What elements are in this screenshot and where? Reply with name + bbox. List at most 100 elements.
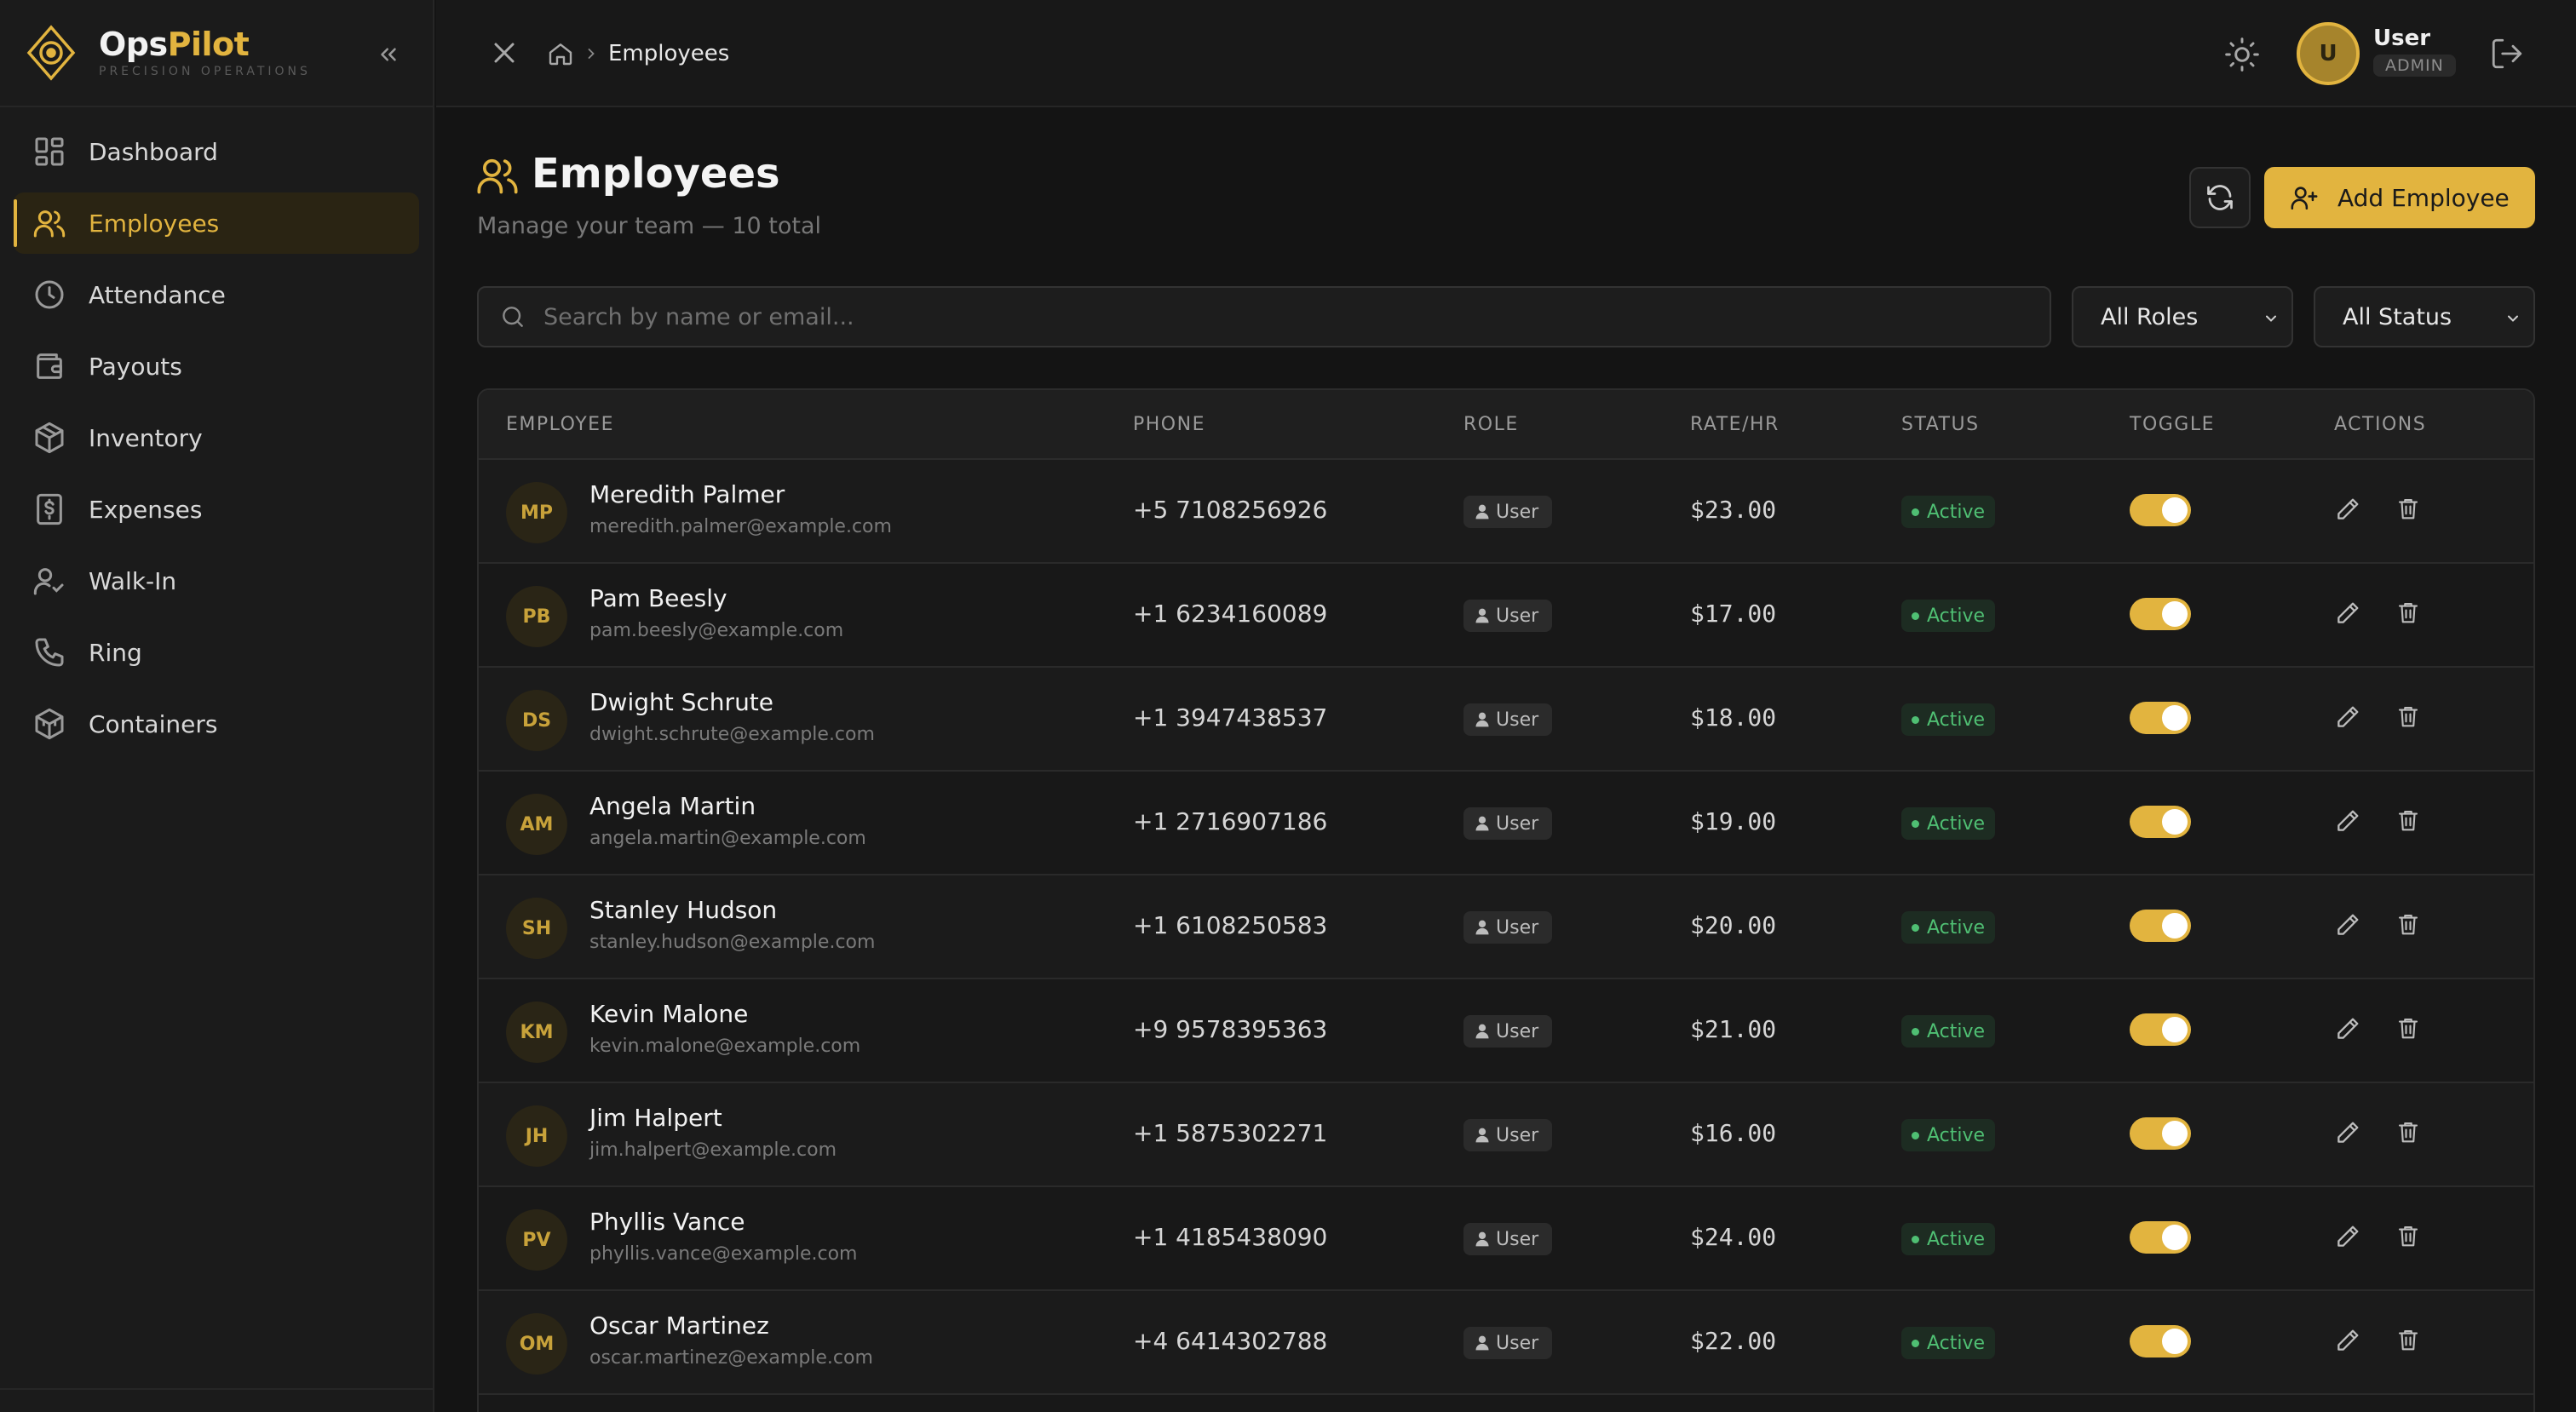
delete-button[interactable] [2395,911,2428,944]
close-icon [487,36,521,70]
column-header-status[interactable]: STATUS [1901,414,1980,435]
status-filter-value: All Status [2343,303,2452,330]
employee-avatar: PB [506,586,567,647]
sidebar-divider [0,1388,433,1390]
close-button[interactable] [487,36,521,70]
delete-button[interactable] [2395,703,2428,736]
sidebar-item-label: Employees [89,209,220,238]
active-toggle[interactable] [2130,494,2191,526]
employee-avatar: JH [506,1105,567,1167]
table-row[interactable]: OM Oscar Martinez oscar.martinez@example… [479,1291,2533,1395]
column-header-rate[interactable]: RATE/HR [1690,414,1780,435]
active-toggle[interactable] [2130,598,2191,630]
delete-button[interactable] [2395,600,2428,632]
sidebar-item-ring[interactable]: Ring [14,622,419,683]
trash-icon [2395,1327,2428,1352]
role-badge: User [1463,600,1553,632]
role-label: User [1496,1228,1539,1250]
breadcrumb-current: Employees [608,41,730,66]
column-header-phone[interactable]: PHONE [1133,414,1205,435]
delete-button[interactable] [2395,1327,2428,1359]
sidebar-item-employees[interactable]: Employees [14,192,419,254]
edit-button[interactable] [2334,1223,2366,1255]
sidebar-item-walk-in[interactable]: Walk-In [14,550,419,611]
status-badge: Active [1901,1119,1996,1151]
edit-button[interactable] [2334,600,2366,632]
employee-email: phyllis.vance@example.com [589,1243,858,1265]
sidebar-item-inventory[interactable]: Inventory [14,407,419,468]
delete-button[interactable] [2395,1015,2428,1048]
table-row[interactable]: KM Kevin Malone kevin.malone@example.com… [479,979,2533,1083]
theme-toggle-button[interactable] [2223,36,2261,73]
role-badge: User [1463,1119,1553,1151]
receipt-dollar-icon [32,492,66,526]
breadcrumb: Employees [547,37,729,70]
add-employee-button[interactable]: Add Employee [2264,167,2535,228]
sidebar-item-label: Payouts [89,352,182,381]
active-toggle[interactable] [2130,1013,2191,1046]
active-toggle[interactable] [2130,1221,2191,1254]
edit-button[interactable] [2334,703,2366,736]
delete-button[interactable] [2395,1223,2428,1255]
delete-button[interactable] [2395,807,2428,840]
table-row[interactable]: AM Angela Martin angela.martin@example.c… [479,772,2533,875]
toggle-knob [2162,1017,2188,1042]
search-input[interactable] [543,303,1992,330]
edit-button[interactable] [2334,496,2366,528]
search-box [477,286,2051,347]
refresh-icon [2205,182,2235,213]
edit-button[interactable] [2334,807,2366,840]
status-badge: Active [1901,703,1996,736]
user-icon [1474,711,1496,728]
column-header-role[interactable]: ROLE [1463,414,1519,435]
employee-rate: $16.00 [1690,1119,1777,1147]
active-toggle[interactable] [2130,1325,2191,1357]
sidebar-item-containers[interactable]: Containers [14,693,419,755]
sidebar-item-dashboard[interactable]: Dashboard [14,121,419,182]
column-header-employee[interactable]: EMPLOYEE [506,414,614,435]
table-row[interactable]: DS Dwight Schrute dwight.schrute@example… [479,668,2533,772]
page-title: Employees [532,150,780,198]
active-toggle[interactable] [2130,702,2191,734]
sidebar-nav: Dashboard Employees Attendance Payouts I… [0,107,433,755]
edit-button[interactable] [2334,1119,2366,1151]
employee-email: meredith.palmer@example.com [589,516,892,537]
employee-rate: $21.00 [1690,1015,1777,1043]
user-icon [1474,1231,1496,1248]
table-row[interactable]: SH Stanley Hudson stanley.hudson@example… [479,875,2533,979]
topbar: Employees U User ADMIN [436,0,2576,107]
active-toggle[interactable] [2130,1117,2191,1150]
active-toggle[interactable] [2130,806,2191,838]
sidebar-item-payouts[interactable]: Payouts [14,336,419,397]
sidebar-item-expenses[interactable]: Expenses [14,479,419,540]
table-row[interactable]: JH Jim Halpert jim.halpert@example.com +… [479,1083,2533,1187]
employee-name: Oscar Martinez [589,1312,769,1340]
role-label: User [1496,1124,1539,1146]
delete-button[interactable] [2395,496,2428,528]
pencil-icon [2334,1223,2366,1250]
role-badge: User [1463,1327,1553,1359]
refresh-button[interactable] [2189,167,2251,228]
pencil-icon [2334,496,2366,523]
logout-button[interactable] [2489,36,2525,72]
collapse-sidebar-button[interactable] [371,37,405,72]
edit-button[interactable] [2334,1015,2366,1048]
brand: OpsPilot PRECISION OPERATIONS [0,0,433,107]
table-row[interactable]: PV Phyllis Vance phyllis.vance@example.c… [479,1187,2533,1291]
table-row[interactable]: PB Pam Beesly pam.beesly@example.com +1 … [479,564,2533,668]
sidebar-item-label: Attendance [89,280,226,309]
employee-name: Jim Halpert [589,1104,722,1132]
user-avatar[interactable]: U [2297,22,2360,85]
chevrons-left-icon [376,42,401,67]
employee-email: jim.halpert@example.com [589,1139,837,1161]
home-icon[interactable] [547,40,574,67]
edit-button[interactable] [2334,911,2366,944]
sidebar-item-attendance[interactable]: Attendance [14,264,419,325]
table-row[interactable]: MP Meredith Palmer meredith.palmer@examp… [479,460,2533,564]
edit-button[interactable] [2334,1327,2366,1359]
delete-button[interactable] [2395,1119,2428,1151]
status-filter-select[interactable]: All Status [2314,286,2535,347]
role-filter-select[interactable]: All Roles [2072,286,2293,347]
active-toggle[interactable] [2130,910,2191,942]
employee-avatar: AM [506,794,567,855]
